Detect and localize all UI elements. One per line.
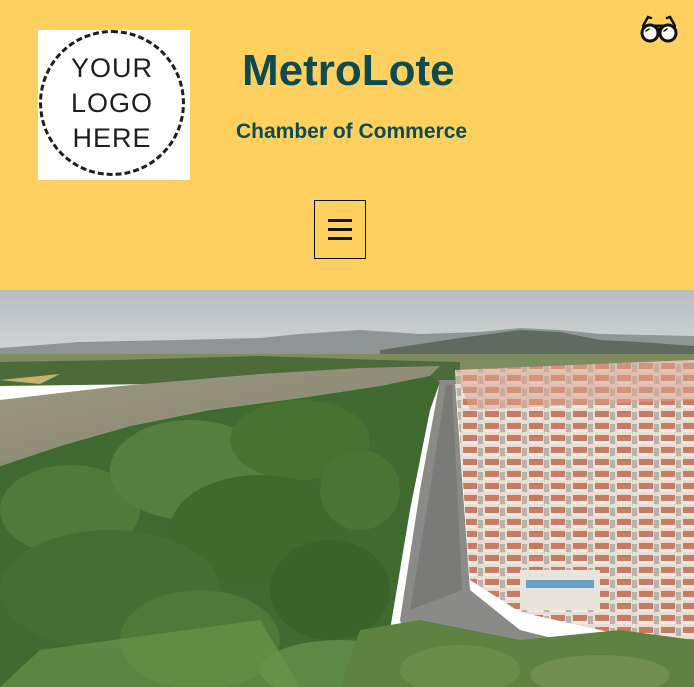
glasses-icon: [640, 15, 678, 43]
hero-image: [0, 290, 694, 687]
hamburger-menu-icon: [328, 219, 352, 240]
accessibility-button[interactable]: [640, 14, 678, 44]
logo-placeholder-circle: YOUR LOGO HERE: [39, 30, 185, 176]
logo-text-line: YOUR: [70, 52, 153, 83]
menu-toggle-button[interactable]: [314, 200, 366, 259]
site-subtitle: Chamber of Commerce: [236, 120, 468, 143]
logo-text-line: HERE: [72, 122, 152, 153]
site-header: YOUR LOGO HERE MetroLote Chamber of Comm…: [0, 0, 694, 290]
site-logo[interactable]: YOUR LOGO HERE: [38, 30, 190, 180]
site-title[interactable]: MetroLote: [242, 44, 455, 98]
hero-aerial-photo: [0, 290, 694, 687]
logo-text-line: LOGO: [70, 87, 154, 118]
